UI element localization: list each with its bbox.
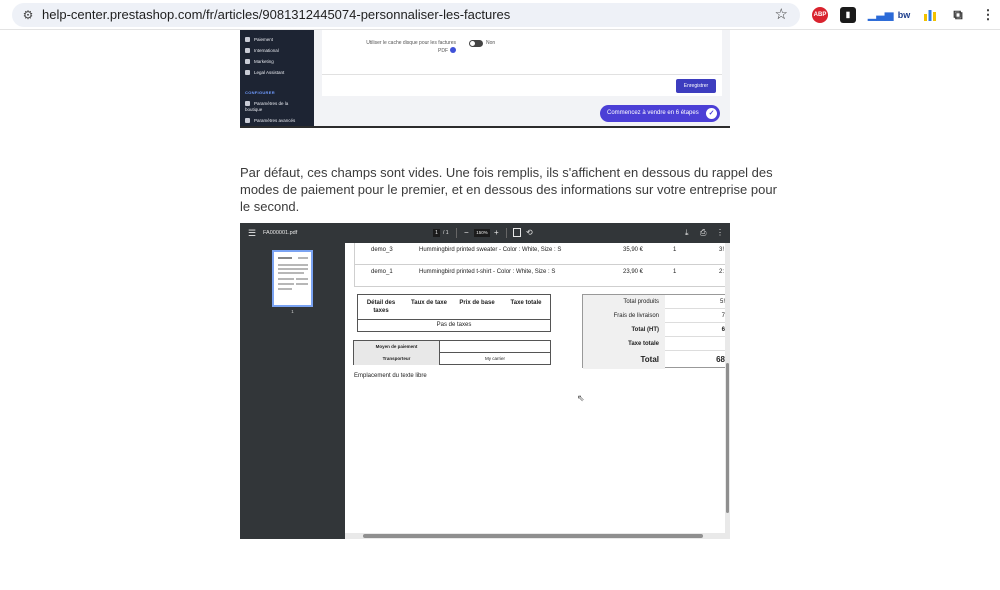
site-settings-icon[interactable]: ⚙ bbox=[21, 8, 35, 22]
download-icon: ⤓ bbox=[685, 228, 689, 237]
bookmark-star-icon[interactable]: ☆ bbox=[775, 6, 788, 24]
start-selling-button: Commencez à vendre en 6 étapes ✓ bbox=[600, 105, 720, 122]
page-total: / 1 bbox=[443, 230, 449, 236]
help-icon bbox=[450, 47, 456, 53]
pdf-filename: FA000001.pdf bbox=[263, 230, 298, 236]
bw-extension-icon[interactable]: bw bbox=[896, 7, 912, 23]
zoom-in-icon: + bbox=[494, 228, 499, 237]
cache-toggle bbox=[469, 40, 483, 47]
legal-icon bbox=[245, 70, 250, 75]
admin-sidebar: Paiement International Marketing Legal A… bbox=[240, 30, 314, 126]
sidebar-item-legal-assistant: Legal Assistant bbox=[245, 70, 284, 76]
megaphone-icon bbox=[245, 59, 250, 64]
settings-icon bbox=[245, 118, 250, 123]
table-row: demo_1 Hummingbird printed t-shirt - Col… bbox=[354, 265, 725, 287]
sidebar-item-shop-parameters: Paramètres de la boutique bbox=[245, 101, 289, 112]
pdf-viewer-screenshot: ☰ FA000001.pdf 1 / 1 − 150% + ⟲ ⤓ ⎙ ⋮ 1 bbox=[240, 223, 730, 539]
admin-form-footer: Enregistrer bbox=[322, 74, 722, 96]
totals-row: Frais de livraison 7 bbox=[583, 309, 725, 323]
print-icon: ⎙ bbox=[700, 228, 707, 237]
menu-icon: ☰ bbox=[248, 228, 257, 238]
globe-icon bbox=[245, 48, 250, 53]
totals-row: Taxe totale bbox=[583, 337, 725, 351]
payment-row: Moyen de paiement bbox=[354, 341, 550, 353]
pdf-thumbnail-sidebar: 1 bbox=[240, 243, 345, 539]
signal-bars-extension-icon[interactable]: ▁▃▅ bbox=[868, 7, 893, 23]
address-bar[interactable]: ⚙ help-center.prestashop.com/fr/articles… bbox=[12, 3, 800, 27]
extensions-puzzle-icon[interactable]: ⧉ bbox=[950, 7, 966, 23]
toolbar-divider bbox=[456, 228, 457, 238]
zoom-level: 150% bbox=[474, 229, 490, 237]
colored-bars-extension-icon[interactable] bbox=[922, 7, 938, 23]
steps-badge-icon: ✓ bbox=[706, 108, 717, 119]
pdf-toolbar: ☰ FA000001.pdf 1 / 1 − 150% + ⟲ ⤓ ⎙ ⋮ bbox=[240, 223, 730, 243]
sidebar-item-advanced-parameters: Paramètres avancés bbox=[245, 118, 295, 124]
article-paragraph: Par défaut, ces champs sont vides. Une f… bbox=[240, 165, 777, 214]
rotate-icon: ⟲ bbox=[526, 228, 533, 237]
save-button: Enregistrer bbox=[676, 79, 716, 93]
free-text-placeholder: Emplacement du texte libre bbox=[354, 373, 427, 379]
mouse-cursor-icon: ⇖ bbox=[577, 393, 585, 403]
zoom-out-icon: − bbox=[464, 228, 469, 237]
totals-row: Total produits 5! bbox=[583, 295, 725, 309]
toggle-label: Non bbox=[486, 40, 496, 46]
browser-menu-icon[interactable]: ⋮ bbox=[980, 7, 996, 23]
browser-toolbar: ⚙ help-center.prestashop.com/fr/articles… bbox=[0, 0, 1000, 30]
url-text[interactable]: help-center.prestashop.com/fr/articles/9… bbox=[42, 7, 510, 23]
sidebar-item-payment: Paiement bbox=[245, 37, 273, 43]
cache-setting-label: Utiliser le cache disque pour les factur… bbox=[366, 40, 456, 54]
admin-screenshot: Paiement International Marketing Legal A… bbox=[240, 30, 730, 128]
sidebar-item-international: International bbox=[245, 48, 279, 54]
pdf-vertical-scrollbar bbox=[725, 243, 730, 539]
pdf-horizontal-scrollbar bbox=[345, 533, 725, 539]
tax-detail-table: Détail des taxes Taux de taxe Prix de ba… bbox=[357, 294, 551, 332]
sidebar-item-marketing: Marketing bbox=[245, 59, 274, 65]
thumbnail-page-number: 1 bbox=[291, 309, 294, 314]
card-icon bbox=[245, 37, 250, 42]
toolbar-divider bbox=[506, 228, 507, 238]
carrier-row: Transporteur My carrier bbox=[354, 353, 550, 365]
pdf-page: demo_3 Hummingbird printed sweater - Col… bbox=[345, 243, 725, 533]
totals-table: Total produits 5! Frais de livraison 7 T… bbox=[582, 294, 725, 369]
totals-row: Total (HT) 6 bbox=[583, 323, 725, 337]
sidebar-section-configure: CONFIGURER bbox=[245, 90, 275, 95]
page-number-box: 1 bbox=[433, 229, 440, 237]
table-row: demo_3 Hummingbird printed sweater - Col… bbox=[354, 243, 725, 265]
adblock-extension-icon[interactable]: ABP bbox=[812, 7, 828, 23]
gear-icon bbox=[245, 101, 250, 106]
extension-dark-icon[interactable]: ▮ bbox=[840, 7, 856, 23]
payment-carrier-table: Moyen de paiement Transporteur My carrie… bbox=[353, 340, 551, 365]
fit-page-icon bbox=[513, 228, 521, 237]
page-thumbnail bbox=[272, 250, 313, 307]
more-options-icon: ⋮ bbox=[716, 228, 724, 237]
totals-row-grand: Total 68 bbox=[583, 351, 725, 369]
no-tax-text: Pas de taxes bbox=[436, 322, 472, 328]
